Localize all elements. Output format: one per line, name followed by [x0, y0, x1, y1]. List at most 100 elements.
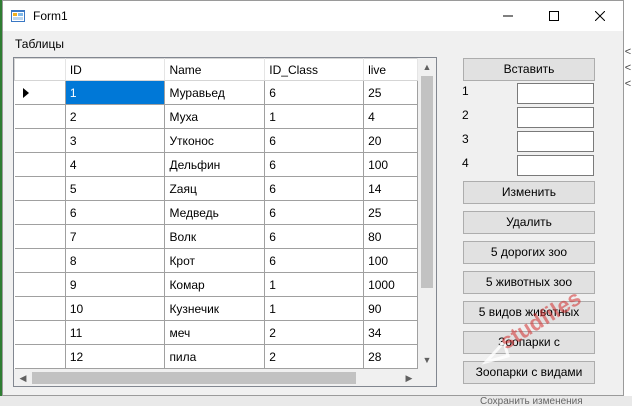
cell-live[interactable]: 34: [363, 320, 418, 345]
row-header[interactable]: [14, 248, 66, 273]
cell-name[interactable]: меч: [164, 320, 266, 345]
data-grid[interactable]: ID Name ID_Class live 1 Муравьед 6 25 2 Муха 1…: [13, 57, 437, 387]
row-header[interactable]: [14, 104, 66, 129]
cell-live[interactable]: 80: [363, 224, 418, 249]
table-row[interactable]: 1 Муравьед 6 25: [14, 80, 418, 105]
row-header[interactable]: [14, 296, 66, 321]
delete-button[interactable]: Удалить: [463, 211, 595, 234]
table-row[interactable]: 5 Zаяц 6 14: [14, 176, 418, 201]
cell-id-class[interactable]: 6: [264, 248, 365, 273]
field-1-input[interactable]: [517, 83, 594, 104]
row-header[interactable]: [14, 152, 66, 177]
row-header[interactable]: [14, 224, 66, 249]
cell-name[interactable]: Крот: [164, 248, 266, 273]
cell-live[interactable]: 14: [363, 176, 418, 201]
cell-id[interactable]: 11: [64, 320, 166, 345]
minimize-button[interactable]: [485, 1, 531, 31]
vertical-scroll-thumb[interactable]: [421, 76, 433, 288]
insert-button[interactable]: Вставить: [463, 58, 595, 81]
row-header[interactable]: [14, 176, 66, 201]
row-header[interactable]: [14, 320, 66, 345]
cell-name[interactable]: Утконос: [164, 128, 266, 153]
cell-id-class[interactable]: 6: [264, 80, 365, 105]
table-row[interactable]: 2 Муха 1 4: [14, 104, 418, 129]
cell-id[interactable]: 4: [64, 152, 166, 177]
close-button[interactable]: [577, 1, 623, 31]
cell-id-class[interactable]: 6: [264, 176, 365, 201]
cell-id[interactable]: 7: [64, 224, 166, 249]
field-3-input[interactable]: [517, 131, 594, 152]
table-row[interactable]: 9 Комар 1 1000: [14, 272, 418, 297]
cell-id-class[interactable]: 1: [264, 104, 365, 129]
row-header[interactable]: [14, 80, 66, 105]
cell-id-class[interactable]: 6: [264, 200, 365, 225]
title-bar[interactable]: Form1: [3, 1, 623, 31]
cell-name[interactable]: Дельфин: [164, 152, 266, 177]
cell-live[interactable]: 28: [363, 344, 418, 369]
table-row[interactable]: 12 пила 2 28: [14, 344, 418, 369]
cell-live[interactable]: 25: [363, 80, 418, 105]
column-header-name[interactable]: Name: [164, 58, 266, 81]
row-header[interactable]: [14, 272, 66, 297]
menu-tables[interactable]: Таблицы: [15, 37, 64, 51]
cell-live[interactable]: 100: [363, 248, 418, 273]
cell-live[interactable]: 4: [363, 104, 418, 129]
table-row[interactable]: 3 Утконос 6 20: [14, 128, 418, 153]
table-row[interactable]: 4 Дельфин 6 100: [14, 152, 418, 177]
cell-name[interactable]: Zаяц: [164, 176, 266, 201]
row-header[interactable]: [14, 200, 66, 225]
species-button[interactable]: 5 видов животных: [463, 301, 595, 324]
cell-id[interactable]: 1: [64, 80, 166, 105]
scroll-right-icon[interactable]: ▶: [400, 369, 418, 386]
cell-id-class[interactable]: 1: [264, 272, 365, 297]
vertical-scrollbar[interactable]: ▲ ▼: [418, 58, 436, 369]
cell-live[interactable]: 20: [363, 128, 418, 153]
grid-corner-header[interactable]: [14, 58, 66, 81]
row-header[interactable]: [14, 344, 66, 369]
cell-id[interactable]: 12: [64, 344, 166, 369]
column-header-id[interactable]: ID: [64, 58, 166, 81]
table-row[interactable]: 7 Волк 6 80: [14, 224, 418, 249]
cell-name[interactable]: Кузнечик: [164, 296, 266, 321]
column-header-live[interactable]: live: [363, 58, 418, 81]
cell-name[interactable]: Медведь: [164, 200, 266, 225]
change-button[interactable]: Изменить: [463, 181, 595, 204]
cell-id-class[interactable]: 6: [264, 152, 365, 177]
table-row[interactable]: 11 меч 2 34: [14, 320, 418, 345]
table-row[interactable]: 10 Кузнечик 1 90: [14, 296, 418, 321]
cell-id[interactable]: 10: [64, 296, 166, 321]
field-4-input[interactable]: [517, 155, 594, 176]
cell-id-class[interactable]: 2: [264, 344, 365, 369]
horizontal-scrollbar[interactable]: ◀ ▶: [14, 369, 418, 386]
table-row[interactable]: 6 Медведь 6 25: [14, 200, 418, 225]
cell-name[interactable]: Волк: [164, 224, 266, 249]
scroll-up-icon[interactable]: ▲: [418, 58, 436, 76]
cell-id[interactable]: 3: [64, 128, 166, 153]
scroll-down-icon[interactable]: ▼: [418, 351, 436, 369]
cell-name[interactable]: Комар: [164, 272, 266, 297]
cell-live[interactable]: 90: [363, 296, 418, 321]
cell-id[interactable]: 5: [64, 176, 166, 201]
maximize-button[interactable]: [531, 1, 577, 31]
zoos-with-species-button[interactable]: Зоопарки с видами: [463, 361, 595, 384]
cell-id[interactable]: 6: [64, 200, 166, 225]
cell-name[interactable]: Муха: [164, 104, 266, 129]
cell-id-class[interactable]: 6: [264, 224, 365, 249]
row-header[interactable]: [14, 128, 66, 153]
scroll-left-icon[interactable]: ◀: [14, 369, 32, 386]
cell-name[interactable]: пила: [164, 344, 266, 369]
cell-id-class[interactable]: 2: [264, 320, 365, 345]
zoos-with-button[interactable]: Зоопарки с: [463, 331, 595, 354]
cell-id[interactable]: 2: [64, 104, 166, 129]
cell-id-class[interactable]: 6: [264, 128, 365, 153]
cell-live[interactable]: 1000: [363, 272, 418, 297]
horizontal-scroll-thumb[interactable]: [32, 372, 356, 384]
column-header-id-class[interactable]: ID_Class: [264, 58, 365, 81]
cell-id[interactable]: 9: [64, 272, 166, 297]
expensive-zoo-button[interactable]: 5 дорогих зоо: [463, 241, 595, 264]
cell-id-class[interactable]: 1: [264, 296, 365, 321]
cell-name[interactable]: Муравьед: [164, 80, 266, 105]
cell-live[interactable]: 100: [363, 152, 418, 177]
cell-id[interactable]: 8: [64, 248, 166, 273]
table-row[interactable]: 8 Крот 6 100: [14, 248, 418, 273]
